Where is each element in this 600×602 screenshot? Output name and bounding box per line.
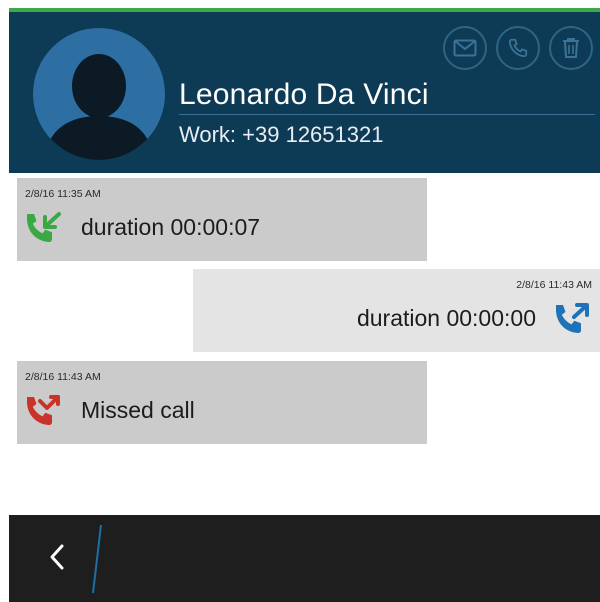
incoming-call-icon bbox=[23, 210, 63, 251]
call-status: Missed call bbox=[81, 397, 195, 423]
missed-call-icon bbox=[23, 393, 63, 434]
call-log-entry-missed[interactable]: 2/8/16 11:43 AM Missed call bbox=[17, 361, 427, 444]
contact-name: Leonardo Da Vinci bbox=[179, 78, 429, 111]
divider bbox=[179, 114, 595, 115]
delete-button[interactable] bbox=[549, 26, 593, 70]
envelope-icon bbox=[453, 39, 477, 57]
call-timestamp: 2/8/16 11:43 AM bbox=[516, 279, 592, 291]
contact-phone: Work: +39 12651321 bbox=[179, 122, 384, 147]
back-button[interactable] bbox=[35, 535, 79, 583]
phone-icon bbox=[507, 37, 529, 59]
call-log-entry-incoming[interactable]: 2/8/16 11:35 AM duration 00:00:07 bbox=[17, 178, 427, 261]
call-log-entry-outgoing[interactable]: 2/8/16 11:43 AM duration 00:00:00 bbox=[193, 269, 600, 352]
call-duration: duration 00:00:07 bbox=[81, 214, 261, 240]
contact-header: Leonardo Da Vinci Work: +39 12651321 bbox=[9, 8, 600, 173]
call-button[interactable] bbox=[496, 26, 540, 70]
bottom-action-bar bbox=[9, 515, 600, 602]
call-timestamp: 2/8/16 11:43 AM bbox=[25, 371, 101, 383]
outgoing-call-icon bbox=[552, 301, 592, 342]
person-silhouette-icon bbox=[33, 28, 165, 160]
message-button[interactable] bbox=[443, 26, 487, 70]
call-timestamp: 2/8/16 11:35 AM bbox=[25, 188, 101, 200]
chevron-left-icon bbox=[49, 543, 65, 576]
trash-icon bbox=[561, 37, 581, 59]
call-duration: duration 00:00:00 bbox=[356, 305, 536, 331]
divider bbox=[89, 523, 105, 600]
